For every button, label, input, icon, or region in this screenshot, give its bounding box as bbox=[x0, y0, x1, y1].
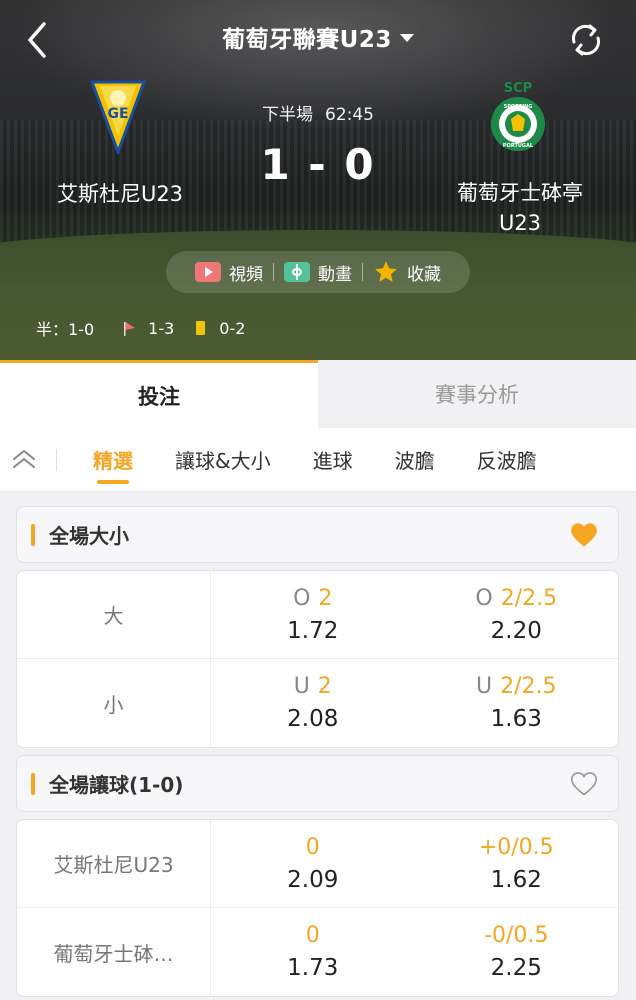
match-hero: 葡萄牙聯賽U23 GE SCP SPORTING PORTUGAL 下半場 62… bbox=[0, 0, 636, 360]
match-stats: 半：1-0 1-3 0-2 bbox=[36, 316, 245, 340]
pitch-animation-icon bbox=[284, 262, 310, 282]
market-title: 全場讓球(1-0) bbox=[49, 773, 184, 797]
row-label: 大 bbox=[17, 571, 211, 658]
row-label: 葡萄牙士砵… bbox=[17, 908, 211, 996]
tab-correct-score[interactable]: 波膽 bbox=[395, 428, 435, 492]
caret-down-icon bbox=[399, 33, 414, 42]
tab-goals[interactable]: 進球 bbox=[313, 428, 353, 492]
corner-flag-icon bbox=[124, 320, 136, 336]
corners-count: 1-3 bbox=[148, 318, 175, 338]
svg-text:SCP: SCP bbox=[504, 81, 532, 96]
league-selector[interactable]: 葡萄牙聯賽U23 bbox=[0, 20, 636, 54]
match-clock: 62:45 bbox=[325, 105, 374, 125]
media-actions: 視頻 動畫 收藏 bbox=[166, 251, 470, 293]
market-tabs: 精選 讓球&大小 進球 波膽 反波膽 bbox=[0, 428, 636, 492]
heart-outline-icon[interactable] bbox=[570, 771, 598, 797]
league-title: 葡萄牙聯賽U23 bbox=[222, 27, 392, 53]
favorite-button[interactable]: 收藏 bbox=[363, 259, 451, 285]
odds-button[interactable]: O2 1.72 bbox=[211, 571, 415, 658]
yellow-cards-count: 0-2 bbox=[219, 318, 246, 338]
odds-button[interactable]: -0/0.5 2.25 bbox=[415, 908, 619, 996]
tab-analysis[interactable]: 賽事分析 bbox=[318, 360, 636, 428]
star-icon bbox=[375, 261, 397, 282]
odds-button[interactable]: O 2/2.5 2.20 bbox=[415, 571, 619, 658]
tab-handicap-ou[interactable]: 讓球&大小 bbox=[175, 428, 271, 492]
animation-button[interactable]: 動畫 bbox=[274, 260, 362, 285]
refresh-icon bbox=[571, 24, 601, 56]
odds-button[interactable]: 0 2.09 bbox=[211, 820, 415, 907]
match-period: 下半場 62:45 bbox=[0, 100, 636, 125]
refresh-button[interactable] bbox=[566, 20, 606, 60]
market-header-handicap[interactable]: 全場讓球(1-0) bbox=[16, 755, 619, 812]
yellow-card-icon bbox=[196, 321, 206, 335]
row-label: 小 bbox=[17, 659, 211, 747]
away-team-name: 葡萄牙士砵亭 U23 bbox=[457, 181, 583, 235]
collapse-button[interactable] bbox=[0, 440, 56, 480]
period-label: 下半場 bbox=[262, 105, 313, 125]
odds-table-handicap: 艾斯杜尼U23 0 2.09 +0/0.5 1.62 葡萄牙士砵… 0 1.73… bbox=[16, 819, 619, 997]
main-tabs: 投注 賽事分析 bbox=[0, 360, 636, 428]
odds-row: 大 O2 1.72 O 2/2.5 2.20 bbox=[17, 571, 618, 659]
odds-button[interactable]: 0 1.73 bbox=[211, 908, 415, 996]
tab-betting[interactable]: 投注 bbox=[0, 360, 318, 428]
video-button[interactable]: 視頻 bbox=[185, 260, 273, 285]
odds-row: 葡萄牙士砵… 0 1.73 -0/0.5 2.25 bbox=[17, 908, 618, 996]
tab-reverse-correct-score[interactable]: 反波膽 bbox=[477, 428, 537, 492]
odds-button[interactable]: +0/0.5 1.62 bbox=[415, 820, 619, 907]
tab-featured[interactable]: 精選 bbox=[93, 428, 133, 492]
odds-button[interactable]: U2 2.08 bbox=[211, 659, 415, 747]
home-team-name: 艾斯杜尼U23 bbox=[56, 182, 184, 206]
half-time-score: 半：1-0 bbox=[36, 320, 95, 339]
heart-filled-icon[interactable] bbox=[570, 522, 598, 548]
odds-button[interactable]: U 2/2.5 1.63 bbox=[415, 659, 619, 747]
double-chevron-up-icon bbox=[13, 449, 35, 468]
video-play-icon bbox=[195, 262, 221, 282]
odds-row: 小 U2 2.08 U 2/2.5 1.63 bbox=[17, 659, 618, 747]
market-header-total-goals[interactable]: 全場大小 bbox=[16, 506, 619, 563]
row-label: 艾斯杜尼U23 bbox=[17, 820, 211, 907]
market-title: 全場大小 bbox=[49, 524, 129, 548]
odds-row: 艾斯杜尼U23 0 2.09 +0/0.5 1.62 bbox=[17, 820, 618, 908]
odds-table-total-goals: 大 O2 1.72 O 2/2.5 2.20 小 U2 2.08 U 2/2.5 1… bbox=[16, 570, 619, 748]
